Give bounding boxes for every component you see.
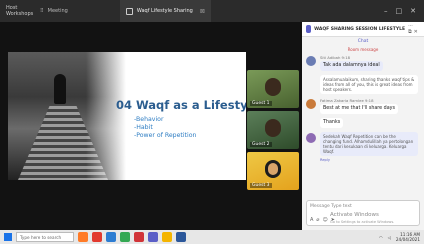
bullet-item: -Behavior <box>134 116 164 123</box>
group-avatar <box>306 25 312 33</box>
participant-tile[interactable]: Guest 2 <box>247 111 299 149</box>
participant-tiles: Guest 1 Guest 2 Guest 3 <box>247 70 301 193</box>
shared-slide: 04 Waqf as a Lifestyle -Behavior -Habit … <box>8 52 246 180</box>
compose-input[interactable]: Message Type text <box>307 201 419 212</box>
slide-photo <box>8 52 126 180</box>
reply-link[interactable]: Reply <box>320 158 424 162</box>
message-bubble: Best at me that I'll share days <box>320 104 398 114</box>
participant-name: Guest 3 <box>250 183 272 188</box>
message-bubble: Tak ada dalamnya ideal <box>320 61 383 71</box>
wifi-icon[interactable]: ◠ <box>379 235 383 240</box>
close-tab-icon[interactable]: ⊠ <box>200 8 205 15</box>
taskbar-app-icon[interactable] <box>134 232 144 242</box>
maximize-icon[interactable]: □ <box>396 7 403 15</box>
app-name-line2: Workshops <box>6 11 34 17</box>
taskbar-app-icon[interactable] <box>120 232 130 242</box>
clock[interactable]: 11:16 AM 24/04/2021 <box>396 232 420 242</box>
chat-message: Thanks <box>320 118 420 128</box>
participant-tile[interactable]: Guest 3 <box>247 152 299 190</box>
participant-tile[interactable]: Guest 1 <box>247 70 299 108</box>
close-icon[interactable]: ✕ <box>410 7 416 15</box>
participant-video <box>265 119 281 137</box>
message-bubble: Thanks <box>320 118 344 128</box>
minimize-icon[interactable]: – <box>384 7 388 15</box>
message-meta: Siti Adibah 9:18 <box>320 55 351 60</box>
tab-share[interactable]: Waqf Lifestyle Sharing ⊠ <box>119 0 211 22</box>
avatar <box>306 99 316 109</box>
bullet-item: -Habit <box>134 124 153 131</box>
system-tray: ◠ ◁ 11:16 AM 24/04/2021 <box>379 232 420 242</box>
chat-title: WAQF SHARING SESSION LIFESTYLE <box>314 26 406 32</box>
tab-share-label: Waqf Lifestyle Sharing <box>136 8 193 14</box>
chat-panel: WAQF SHARING SESSION LIFESTYLE ⋯⧉✕ Chat … <box>302 22 424 230</box>
system-message: Room message <box>347 47 379 52</box>
tab-meeting-label: Meeting <box>47 8 68 14</box>
message-bubble: Assalamualaikum, sharing thanks waqf tip… <box>320 75 418 94</box>
message-meta: Fatima Zakaria Ramlee 9:18 <box>320 98 374 103</box>
taskbar-search[interactable]: Type here to search <box>16 232 74 242</box>
bullet-item: -Power of Repetition <box>134 132 197 139</box>
tab-meeting[interactable]: ⠿ Meeting <box>34 0 74 22</box>
activate-windows-sub: Go to Settings to activate Windows. <box>330 220 395 224</box>
photo-fade <box>86 52 126 180</box>
chat-tab[interactable]: Chat <box>302 37 424 46</box>
clock-date: 24/04/2021 <box>395 237 420 242</box>
chat-header: WAQF SHARING SESSION LIFESTYLE ⋯⧉✕ <box>302 22 424 37</box>
participant-name: Guest 2 <box>250 142 272 147</box>
windows-start-icon[interactable] <box>4 233 12 241</box>
person-figure <box>54 74 66 104</box>
taskbar-app-icon[interactable] <box>92 232 102 242</box>
chat-message: Siti Adibah 9:18 Tak ada dalamnya ideal <box>306 55 420 71</box>
meeting-stage: 04 Waqf as a Lifestyle -Behavior -Habit … <box>0 22 302 230</box>
participant-name: Guest 1 <box>250 101 272 106</box>
avatar <box>306 56 316 66</box>
taskbar: Type here to search ◠ ◁ 11:16 AM 24/04/2… <box>0 230 424 244</box>
chat-message: Sedekah Waqf Repetition can be the chang… <box>306 132 420 156</box>
activate-windows-watermark: Activate Windows <box>330 212 379 218</box>
taskbar-app-icon[interactable] <box>176 232 186 242</box>
window-controls: – □ ✕ <box>384 7 424 15</box>
avatar <box>306 133 316 143</box>
taskbar-app-icon[interactable] <box>162 232 172 242</box>
participant-video <box>265 160 281 178</box>
chat-header-icons: ⋯⧉✕ <box>408 23 420 35</box>
message-bubble: Sedekah Waqf Repetition can be the chang… <box>320 132 418 156</box>
slide-bullets: -Behavior -Habit -Power of Repetition <box>134 116 196 140</box>
chat-message: Assalamualaikum, sharing thanks waqf tip… <box>320 75 420 94</box>
slide-title: 04 Waqf as a Lifestyle <box>116 98 246 112</box>
grid-icon: ⠿ <box>40 8 44 14</box>
taskbar-app-icon[interactable] <box>148 232 158 242</box>
volume-icon[interactable]: ◁ <box>388 235 391 240</box>
taskbar-app-icon[interactable] <box>78 232 88 242</box>
participant-video <box>265 78 281 96</box>
taskbar-app-icon[interactable] <box>106 232 116 242</box>
title-bar: Host Workshops ⠿ Meeting Waqf Lifestyle … <box>0 0 424 22</box>
chat-message: Fatima Zakaria Ramlee 9:18 Best at me th… <box>306 98 420 114</box>
close-icon[interactable]: ✕ <box>414 29 420 35</box>
app-name: Host Workshops <box>0 5 34 17</box>
share-icon <box>125 7 133 15</box>
